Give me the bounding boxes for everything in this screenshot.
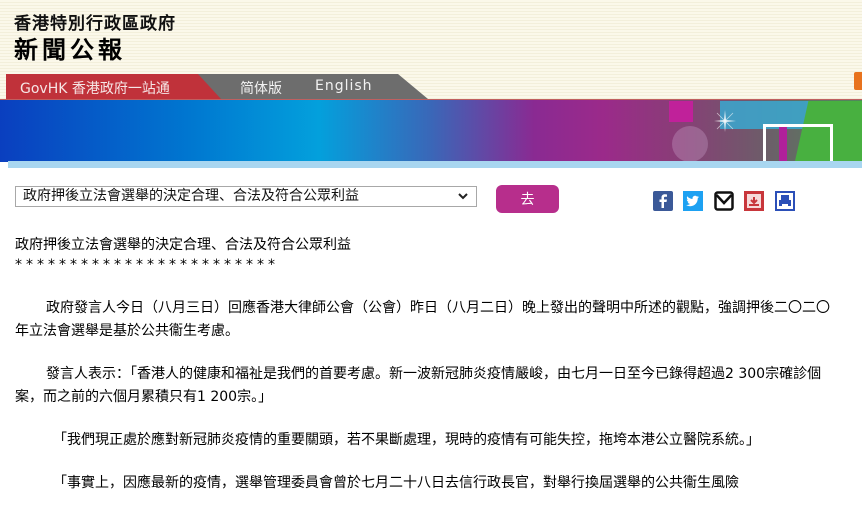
bookmark-icon [744, 191, 764, 211]
article-paragraph: 政府發言人今日（八月三日）回應香港大律師公會（公會）昨日（八月二日）晚上發出的聲… [15, 300, 830, 339]
press-release-select[interactable]: 政府押後立法會選舉的決定合理、合法及符合公眾利益 [15, 186, 477, 207]
facebook-share-button[interactable] [653, 191, 673, 211]
twitter-icon [683, 191, 703, 211]
rss-icon[interactable] [854, 72, 862, 90]
govhk-link[interactable]: GovHK 香港政府一站通 [20, 78, 170, 98]
article-separator: ************************ [15, 257, 279, 273]
go-button[interactable]: 去 [496, 185, 559, 213]
site-header: 香港特別行政區政府 新聞公報 GovHK 香港政府一站通 简体版 English [0, 0, 862, 99]
article-paragraph: 「我們現正處於應對新冠肺炎疫情的重要關頭，若不果斷處理，現時的疫情有可能失控，拖… [53, 432, 760, 448]
article: 政府押後立法會選舉的決定合理、合法及符合公眾利益 ***************… [15, 235, 835, 495]
english-link[interactable]: English [315, 78, 373, 94]
top-nav: GovHK 香港政府一站通 简体版 English [6, 74, 428, 99]
facebook-icon [653, 191, 673, 211]
print-icon [775, 191, 795, 211]
simplified-chinese-link[interactable]: 简体版 [240, 78, 282, 98]
print-button[interactable] [775, 191, 795, 211]
banner-decoration [672, 126, 708, 162]
email-icon [714, 191, 734, 211]
bookmark-share-button[interactable] [744, 191, 764, 211]
nav-language-bar [186, 74, 428, 99]
article-title: 政府押後立法會選舉的決定合理、合法及符合公眾利益 [15, 237, 351, 253]
banner-decoration [669, 101, 693, 122]
banner-decoration [763, 124, 833, 162]
chevron-down-icon [458, 193, 468, 200]
select-value: 政府押後立法會選舉的決定合理、合法及符合公眾利益 [23, 188, 359, 204]
site-brand[interactable]: 新聞公報 [14, 30, 126, 65]
article-paragraph: 「事實上，因應最新的疫情，選舉管理委員會曾於七月二十八日去信行政長官，對舉行換屆… [53, 475, 739, 491]
article-paragraph: 發言人表示：「香港人的健康和福祉是我們的首要考慮。新一波新冠肺炎疫情嚴峻，由七月… [15, 366, 822, 405]
sparkle-icon [714, 110, 736, 132]
email-share-button[interactable] [714, 191, 734, 211]
banner-strip [8, 161, 862, 168]
twitter-share-button[interactable] [683, 191, 703, 211]
